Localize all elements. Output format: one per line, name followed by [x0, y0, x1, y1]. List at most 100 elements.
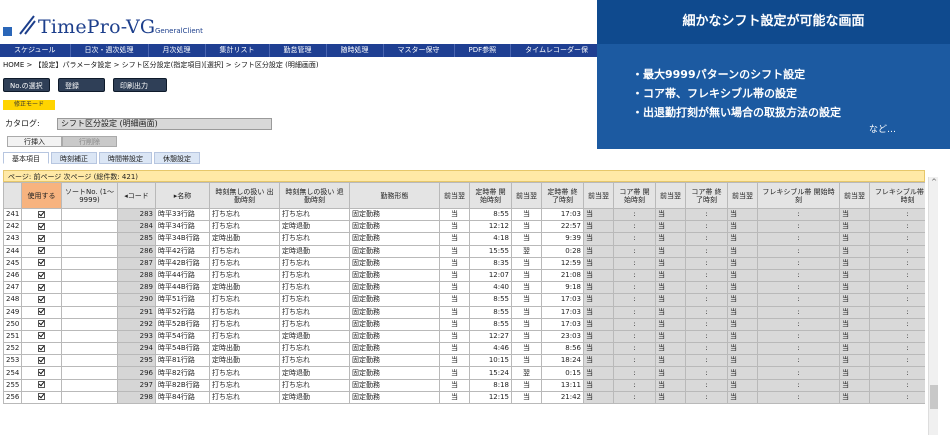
- table-cell[interactable]: 当: [439, 256, 470, 270]
- table-cell[interactable]: 4:18: [469, 232, 512, 246]
- table-row[interactable]: 248 290 時平51行路 打ち忘れ 打ち忘れ 固定勤務当 8:55 当 17:03 当: 当: 当…: [3, 293, 925, 307]
- column-header[interactable]: 前当翌: [583, 182, 614, 209]
- vertical-scrollbar[interactable]: ^: [928, 177, 938, 435]
- table-cell[interactable]: 10:15: [469, 354, 512, 368]
- nav-recorder[interactable]: タイムレコーダー保: [511, 44, 604, 57]
- sort-no-cell[interactable]: [61, 256, 118, 270]
- table-cell[interactable]: 8:55: [469, 305, 512, 319]
- table-cell[interactable]: 当: [439, 366, 470, 380]
- table-cell[interactable]: 打ち忘れ: [279, 281, 350, 295]
- sort-no-cell[interactable]: [61, 378, 118, 392]
- nav-pdf[interactable]: PDF参照: [455, 44, 512, 57]
- table-cell[interactable]: :: [685, 366, 728, 380]
- table-cell[interactable]: 時平54行路: [155, 329, 210, 344]
- table-cell[interactable]: 打ち忘れ: [209, 329, 280, 344]
- table-cell[interactable]: :: [685, 354, 728, 368]
- table-row[interactable]: 247 289 時平44B行路 定時出勤 打ち忘れ 固定勤務当 4:40 当 9:18 当: 当: 当…: [3, 281, 925, 295]
- use-checkbox[interactable]: [38, 356, 45, 364]
- table-cell[interactable]: 当: [511, 378, 542, 392]
- table-cell[interactable]: 固定勤務: [349, 293, 440, 307]
- table-cell[interactable]: 当: [583, 305, 614, 319]
- sort-no-cell[interactable]: [61, 390, 118, 405]
- tab-time-correction[interactable]: 時刻補正: [51, 152, 97, 164]
- table-cell[interactable]: 当: [839, 366, 870, 380]
- table-cell[interactable]: 4:46: [469, 342, 512, 356]
- table-cell[interactable]: :: [757, 220, 840, 234]
- table-cell[interactable]: 当: [439, 232, 470, 246]
- table-cell[interactable]: 9:39: [541, 232, 584, 246]
- table-cell[interactable]: :: [685, 232, 728, 246]
- table-cell[interactable]: 当: [511, 268, 542, 283]
- table-cell[interactable]: 当: [439, 342, 470, 356]
- sort-no-cell[interactable]: [61, 293, 118, 307]
- use-checkbox[interactable]: [38, 283, 45, 291]
- table-cell[interactable]: 当: [583, 207, 614, 222]
- table-cell[interactable]: 当: [583, 244, 614, 258]
- scroll-up-icon[interactable]: ^: [929, 177, 939, 187]
- table-cell[interactable]: 21:42: [541, 390, 584, 405]
- table-cell[interactable]: 当: [727, 342, 758, 356]
- table-cell[interactable]: 当: [655, 366, 686, 380]
- column-header[interactable]: 時刻無しの扱い 退勤時刻: [279, 182, 350, 209]
- table-cell[interactable]: :: [869, 329, 925, 344]
- table-cell[interactable]: :: [685, 244, 728, 258]
- table-cell[interactable]: 時平44行路: [155, 268, 210, 283]
- table-cell[interactable]: :: [869, 305, 925, 319]
- table-cell[interactable]: 当: [583, 256, 614, 270]
- table-cell[interactable]: 当: [511, 354, 542, 368]
- table-cell[interactable]: :: [613, 366, 656, 380]
- column-header[interactable]: コア帯 終了時刻: [685, 182, 728, 209]
- column-header[interactable]: 定時帯 終了時刻: [541, 182, 584, 209]
- table-row[interactable]: 244 286 時平42行路 打ち忘れ 定時退勤 固定勤務当 15:55 翌 0:28 当: 当: 当…: [3, 244, 925, 258]
- table-cell[interactable]: 当: [439, 390, 470, 405]
- table-cell[interactable]: 当: [727, 281, 758, 295]
- table-cell[interactable]: 17:03: [541, 293, 584, 307]
- table-cell[interactable]: 9:18: [541, 281, 584, 295]
- table-cell[interactable]: :: [869, 232, 925, 246]
- use-checkbox[interactable]: [38, 271, 45, 279]
- table-cell[interactable]: 当: [439, 354, 470, 368]
- sort-no-cell[interactable]: [61, 366, 118, 380]
- table-cell[interactable]: 打ち忘れ: [279, 378, 350, 392]
- table-cell[interactable]: :: [757, 354, 840, 368]
- table-cell[interactable]: 当: [583, 232, 614, 246]
- table-cell[interactable]: 定時退勤: [279, 220, 350, 234]
- table-cell[interactable]: 15:55: [469, 244, 512, 258]
- table-cell[interactable]: 時平42行路: [155, 244, 210, 258]
- table-cell[interactable]: 時平34行路: [155, 220, 210, 234]
- table-cell[interactable]: 当: [583, 366, 614, 380]
- column-header[interactable]: 前当翌: [655, 182, 686, 209]
- table-cell[interactable]: 8:55: [469, 207, 512, 222]
- nav-reports[interactable]: 集計リスト: [206, 44, 270, 57]
- table-cell[interactable]: 当: [439, 207, 470, 222]
- delete-row-button[interactable]: 行削除: [62, 136, 117, 147]
- table-cell[interactable]: 当: [583, 317, 614, 331]
- table-cell[interactable]: 固定勤務: [349, 256, 440, 270]
- table-cell[interactable]: 定時出勤: [209, 354, 280, 368]
- table-cell[interactable]: 時平44B行路: [155, 281, 210, 295]
- use-checkbox[interactable]: [38, 247, 45, 255]
- table-cell[interactable]: 固定勤務: [349, 329, 440, 344]
- table-cell[interactable]: 当: [839, 317, 870, 331]
- table-cell[interactable]: :: [613, 354, 656, 368]
- table-cell[interactable]: 当: [727, 232, 758, 246]
- table-cell[interactable]: 打ち忘れ: [279, 354, 350, 368]
- table-cell[interactable]: 定時退勤: [279, 366, 350, 380]
- table-cell[interactable]: 固定勤務: [349, 354, 440, 368]
- table-cell[interactable]: :: [613, 268, 656, 283]
- use-checkbox[interactable]: [38, 295, 45, 303]
- table-cell[interactable]: :: [613, 281, 656, 295]
- table-cell[interactable]: 18:24: [541, 354, 584, 368]
- table-cell[interactable]: 打ち忘れ: [209, 390, 280, 405]
- table-row[interactable]: 251 293 時平54行路 打ち忘れ 定時退勤 固定勤務当 12:27 当 23:03 当: 当:…: [3, 329, 925, 344]
- table-cell[interactable]: 当: [583, 390, 614, 405]
- pager[interactable]: ページ: 前ページ 次ページ (総件数: 421): [3, 170, 925, 182]
- select-no-button[interactable]: No.の選択: [3, 78, 50, 92]
- table-cell[interactable]: 当: [655, 281, 686, 295]
- table-cell[interactable]: :: [613, 342, 656, 356]
- table-cell[interactable]: :: [757, 366, 840, 380]
- table-cell[interactable]: 当: [727, 244, 758, 258]
- table-cell[interactable]: 当: [511, 390, 542, 405]
- sort-no-cell[interactable]: [61, 220, 118, 234]
- sort-no-cell[interactable]: [61, 207, 118, 222]
